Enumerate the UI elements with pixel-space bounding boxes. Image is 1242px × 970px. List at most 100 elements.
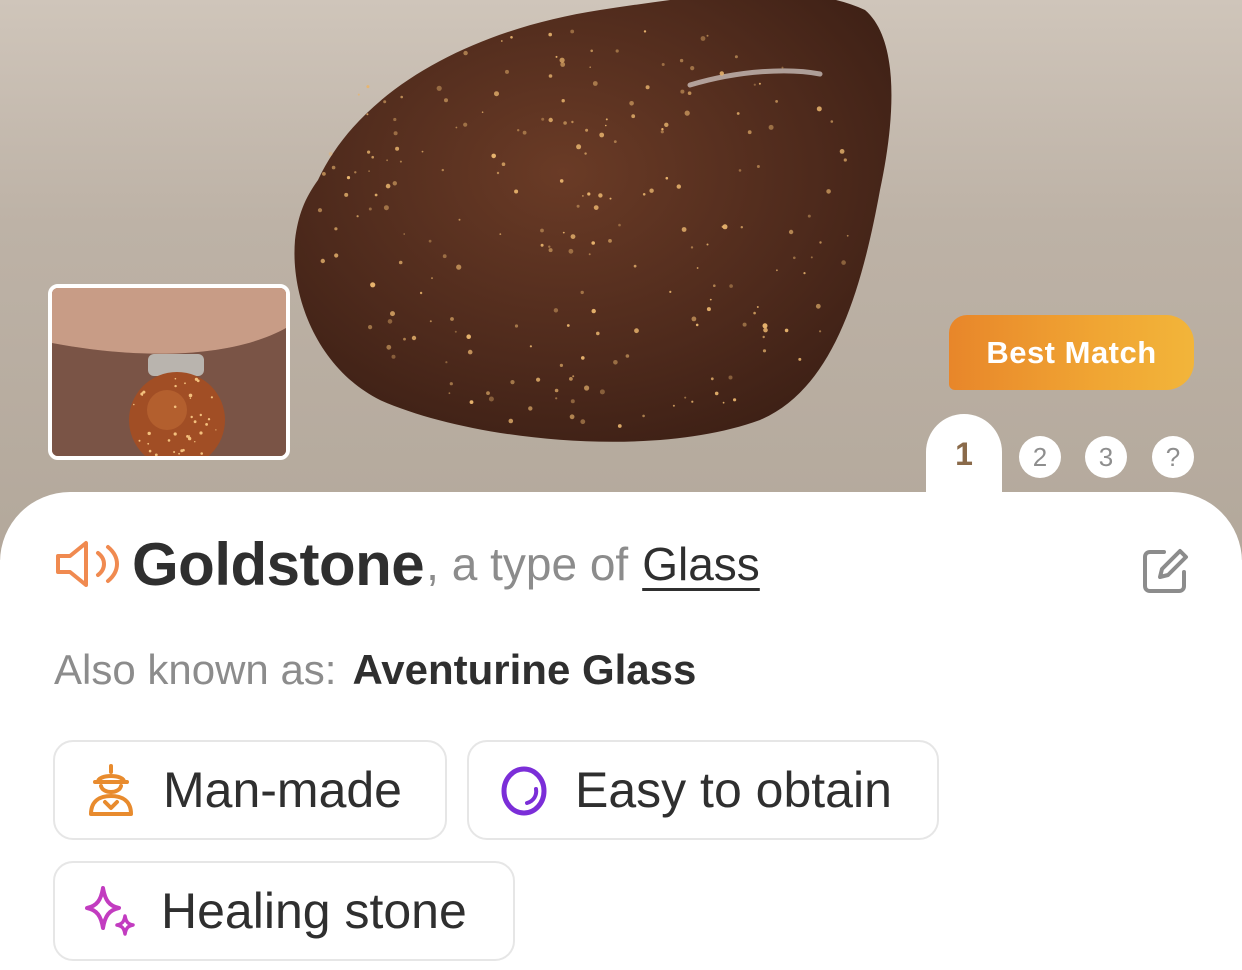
glitter-speck (830, 120, 834, 123)
glitter-speck (403, 337, 406, 341)
glitter-speck (548, 117, 553, 123)
tag-healing-stone[interactable]: Healing stone (53, 861, 515, 961)
glitter-speck (582, 195, 584, 197)
glitter-speck (431, 277, 433, 280)
glitter-speck (317, 208, 323, 213)
glitter-speck (173, 405, 177, 409)
glitter-speck (428, 239, 432, 243)
glitter-speck (599, 132, 605, 138)
glitter-speck (605, 124, 607, 127)
page-tab-2[interactable]: 2 (1019, 436, 1061, 478)
glitter-speck (841, 260, 846, 265)
glitter-speck (676, 184, 681, 189)
glitter-speck (463, 122, 468, 127)
tag-man-made[interactable]: Man-made (53, 740, 447, 840)
glitter-speck (173, 432, 177, 436)
type-prefix: , a type of (426, 538, 629, 590)
result-pager[interactable]: 1 2 3 ? (926, 414, 1216, 504)
thumbnail-image (52, 288, 286, 456)
glitter-speck (709, 298, 712, 301)
glitter-speck (560, 62, 566, 67)
page-tab-3[interactable]: 3 (1085, 436, 1127, 478)
glitter-speck (559, 363, 564, 367)
page-tab-1[interactable]: 1 (926, 414, 1002, 504)
glitter-speck (605, 118, 608, 121)
glitter-speck (514, 324, 519, 328)
glitter-speck (371, 155, 375, 159)
glitter-speck (690, 246, 694, 249)
glitter-speck (596, 331, 600, 336)
glitter-speck (496, 171, 500, 175)
glitter-speck (684, 396, 687, 399)
glitter-speck (186, 435, 189, 438)
glitter-speck (680, 89, 685, 94)
glitter-speck (385, 183, 391, 189)
glitter-speck (710, 377, 714, 381)
glitter-speck (819, 241, 822, 244)
glitter-speck (455, 126, 458, 129)
glitter-speck (393, 117, 397, 122)
glitter-speck (138, 439, 141, 442)
glitter-speck (706, 34, 709, 37)
glitter-speck (445, 361, 448, 364)
glitter-speck (334, 253, 339, 258)
glitter-speck (563, 121, 567, 125)
glitter-speck (690, 66, 695, 71)
glitter-speck (696, 267, 699, 269)
page-tab-help[interactable]: ? (1152, 436, 1194, 478)
glitter-speck (320, 258, 325, 264)
glitter-speck (599, 389, 605, 395)
glitter-speck (215, 429, 217, 431)
type-link[interactable]: Glass (642, 537, 760, 591)
glitter-speck (592, 81, 598, 86)
glitter-speck (141, 394, 143, 396)
edit-icon[interactable] (1140, 546, 1190, 596)
sparkle-icon (85, 886, 135, 936)
glitter-speck (669, 290, 672, 293)
ring-icon (501, 766, 547, 816)
glitter-speck (618, 223, 621, 227)
glitter-speck (548, 248, 553, 253)
glitter-speck (643, 30, 647, 33)
glitter-speck (548, 74, 553, 78)
glitter-speck (733, 398, 737, 402)
glitter-speck (839, 149, 845, 154)
glitter-speck (167, 439, 171, 442)
glitter-speck (346, 176, 351, 180)
glitter-speck (807, 214, 811, 218)
glitter-speck (194, 441, 196, 443)
glitter-speck (548, 32, 552, 37)
glitter-speck (572, 375, 575, 378)
glitter-speck (458, 218, 461, 221)
glitter-speck (758, 82, 761, 85)
user-photo-thumbnail[interactable] (48, 284, 290, 460)
glitter-speck (205, 423, 209, 426)
glitter-speck (609, 197, 612, 200)
glitter-speck (528, 406, 533, 411)
speaker-icon[interactable] (54, 539, 120, 589)
glitter-speck (691, 400, 694, 403)
glitter-speck (367, 150, 371, 154)
glitter-speck (510, 36, 513, 39)
glitter-speck (568, 248, 574, 254)
glitter-speck (589, 66, 591, 68)
glitter-speck (784, 328, 789, 333)
glitter-speck (189, 397, 192, 399)
glitter-speck (200, 452, 203, 455)
glitter-speck (328, 152, 333, 156)
glitter-speck (393, 131, 398, 136)
glitter-speck (448, 392, 451, 395)
glitter-speck (467, 349, 473, 355)
glitter-speck (714, 391, 719, 396)
tag-easy-to-obtain[interactable]: Easy to obtain (467, 740, 939, 840)
glitter-speck (491, 153, 497, 159)
glitter-speck (566, 324, 570, 327)
glitter-speck (444, 98, 448, 103)
glitter-speck (722, 224, 728, 230)
glitter-speck (147, 431, 151, 436)
glitter-speck (762, 349, 767, 353)
glitter-speck (501, 162, 506, 166)
glitter-speck (142, 390, 146, 394)
glitter-speck (174, 384, 177, 388)
glitter-speck (634, 328, 639, 334)
